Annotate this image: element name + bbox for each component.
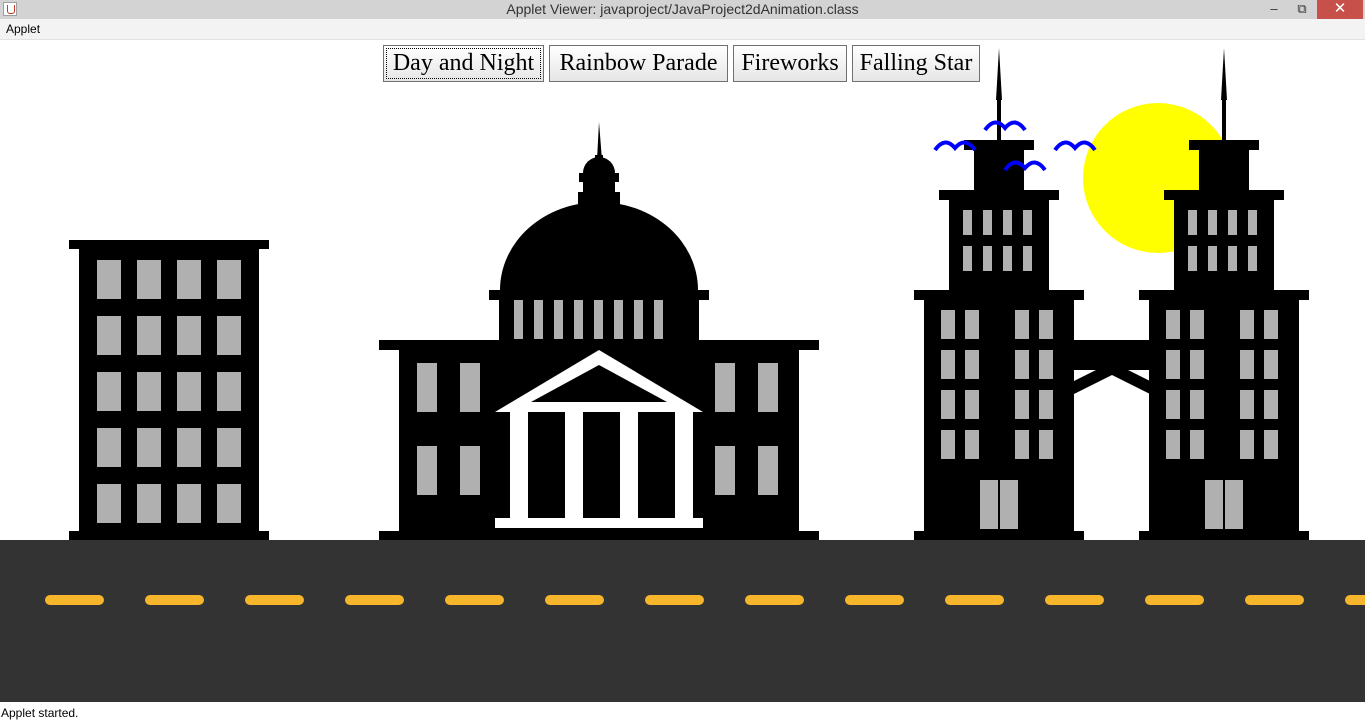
office-building: [69, 240, 269, 540]
maximize-icon[interactable]: ⧉: [1289, 0, 1315, 19]
menu-bar: Applet: [0, 19, 1365, 40]
fireworks-button[interactable]: Fireworks: [733, 45, 847, 82]
status-text: Applet started.: [1, 706, 79, 720]
window-title: Applet Viewer: javaproject/JavaProject2d…: [506, 1, 859, 17]
menu-applet[interactable]: Applet: [6, 22, 40, 36]
minimize-icon[interactable]: –: [1261, 0, 1287, 19]
road: [0, 540, 1365, 702]
falling-star-button[interactable]: Falling Star: [852, 45, 980, 82]
day-and-night-button[interactable]: Day and Night: [383, 45, 544, 82]
rainbow-parade-button[interactable]: Rainbow Parade: [549, 45, 728, 82]
title-bar: Applet Viewer: javaproject/JavaProject2d…: [0, 0, 1365, 19]
capitol-building: [379, 122, 819, 540]
status-bar: Applet started.: [0, 702, 1365, 723]
animation-canvas: [0, 48, 1365, 702]
close-icon[interactable]: ✕: [1317, 0, 1363, 19]
